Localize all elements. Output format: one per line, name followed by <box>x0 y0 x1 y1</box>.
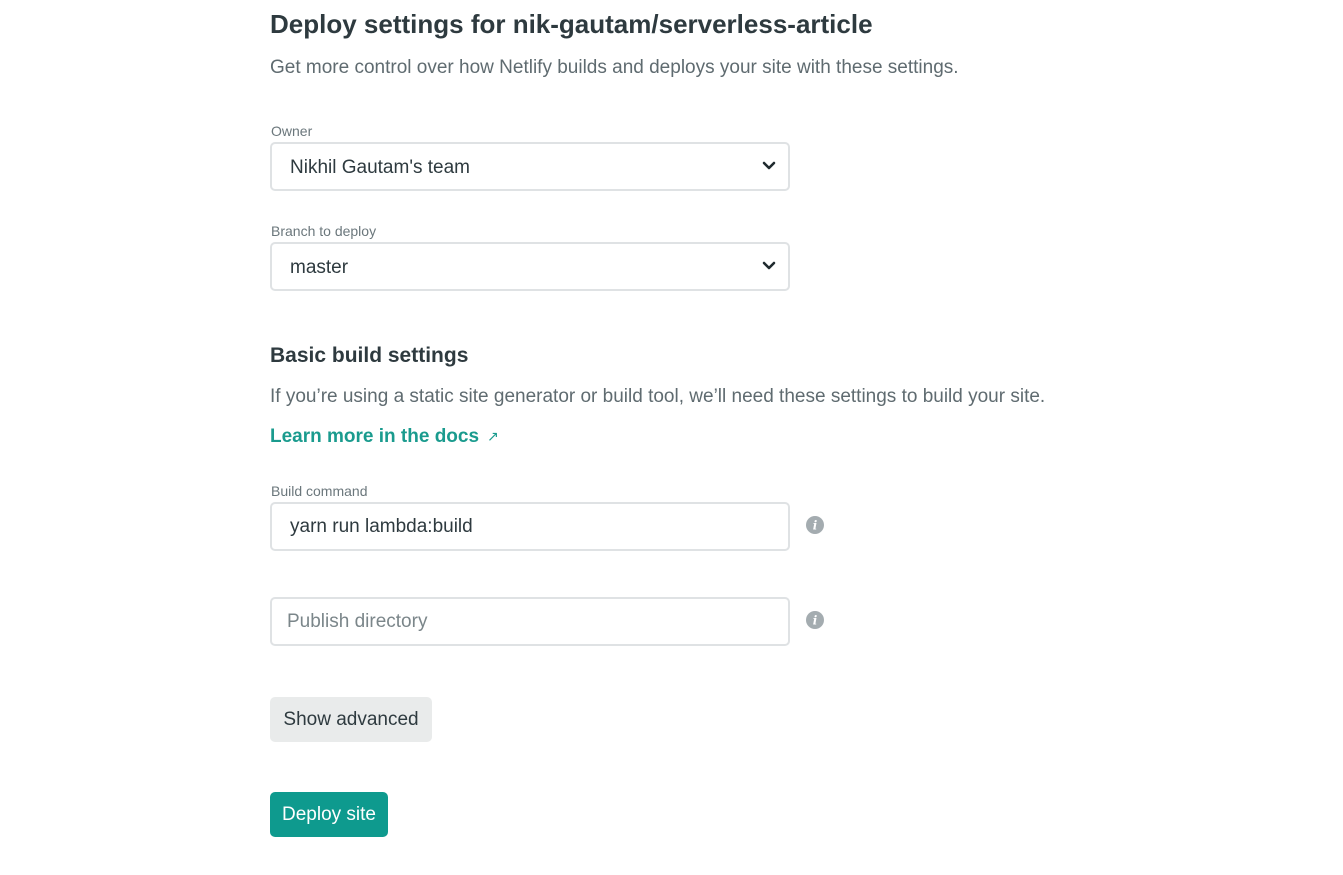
branch-label: Branch to deploy <box>271 223 377 239</box>
page-subtitle: Get more control over how Netlify builds… <box>270 57 959 78</box>
external-link-icon: ↗ <box>487 428 499 444</box>
show-advanced-button[interactable]: Show advanced <box>270 697 432 742</box>
deploy-settings-page: Deploy settings for nik-gautam/serverles… <box>0 0 1343 875</box>
page-title: Deploy settings for nik-gautam/serverles… <box>270 9 873 39</box>
docs-link-label: Learn more in the docs <box>270 426 480 447</box>
publish-directory-input[interactable] <box>270 597 790 646</box>
branch-selected-value: master <box>290 257 349 278</box>
owner-label: Owner <box>271 123 313 139</box>
info-icon[interactable]: i <box>806 516 824 534</box>
owner-selected-value: Nikhil Gautam's team <box>290 157 470 178</box>
build-command-input[interactable] <box>270 502 790 551</box>
build-settings-description: If you’re using a static site generator … <box>270 386 1046 407</box>
info-icon[interactable]: i <box>806 611 824 629</box>
owner-select[interactable]: Nikhil Gautam's team <box>270 142 790 191</box>
build-settings-heading: Basic build settings <box>270 344 469 367</box>
build-command-label: Build command <box>271 483 368 499</box>
docs-link[interactable]: Learn more in the docs ↗ <box>270 426 499 448</box>
chevron-down-icon <box>762 161 776 170</box>
svg-text:i: i <box>813 614 818 628</box>
deploy-site-button[interactable]: Deploy site <box>270 792 388 837</box>
svg-text:i: i <box>813 519 818 533</box>
branch-select[interactable]: master <box>270 242 790 291</box>
chevron-down-icon <box>762 261 776 270</box>
